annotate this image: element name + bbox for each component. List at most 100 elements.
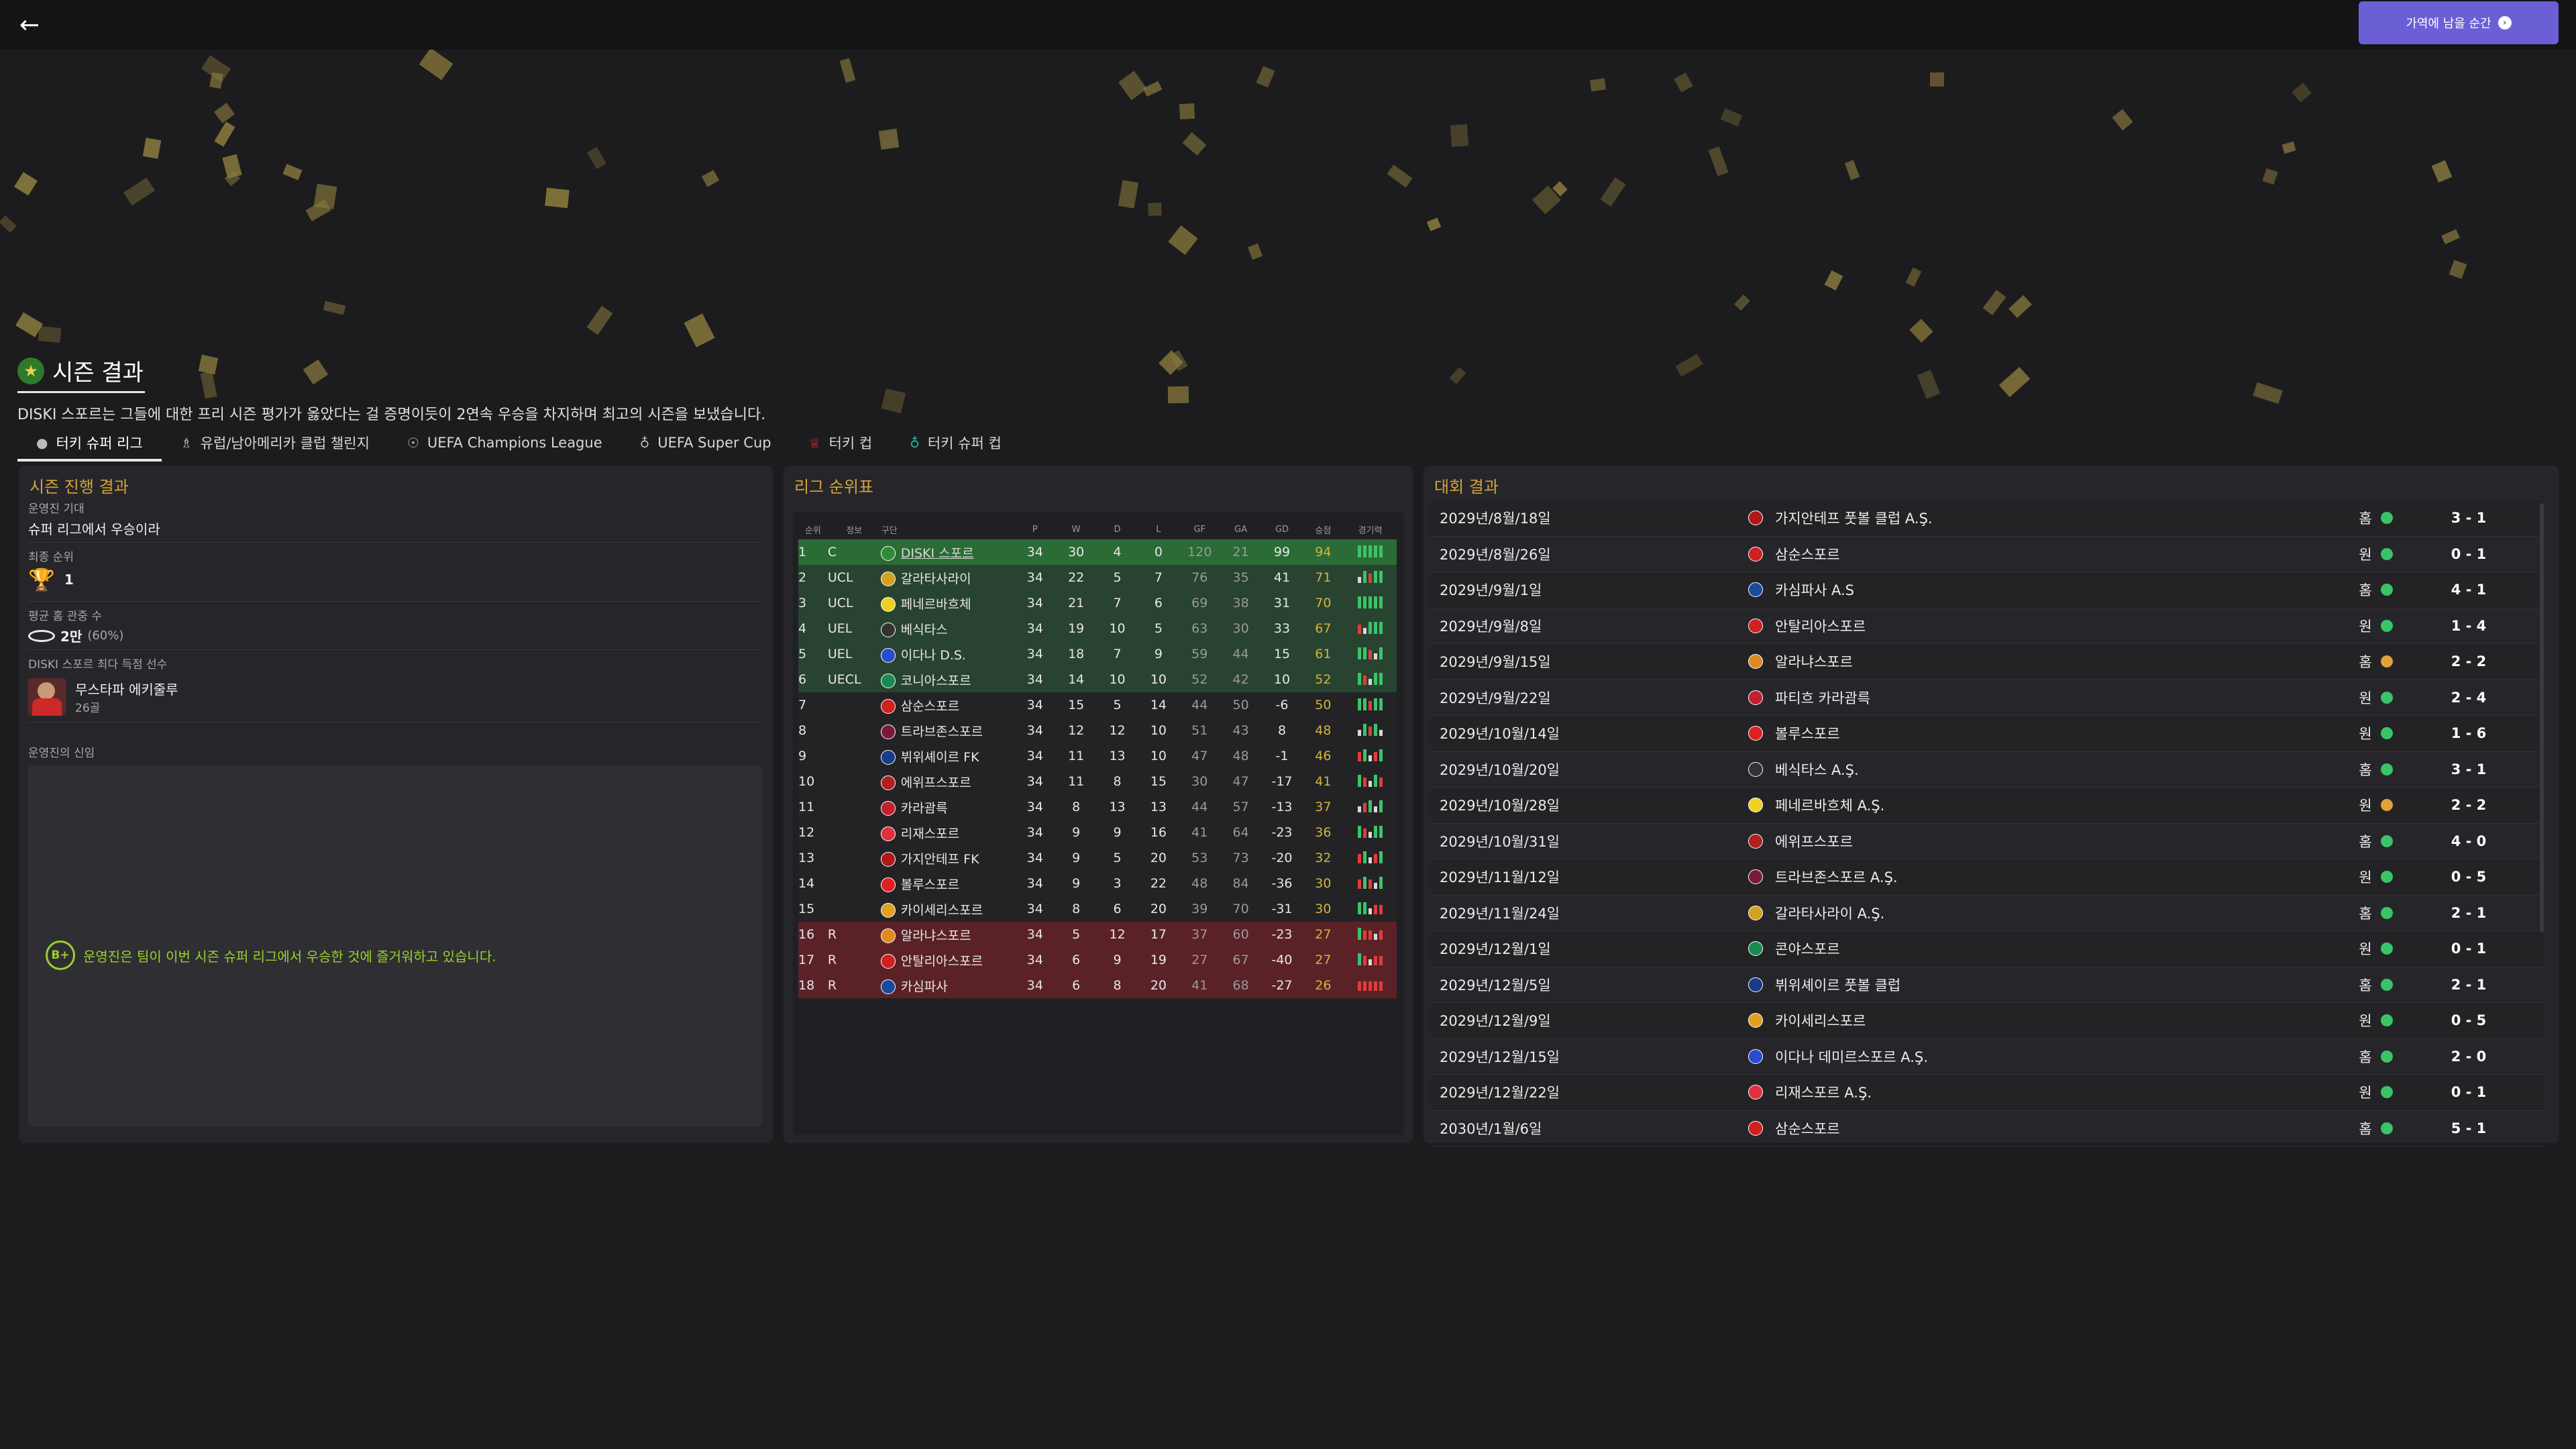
result-row[interactable]: 2029년/10월/28일 페네르바흐체 A.Ş. 원 2 - 2 xyxy=(1430,788,2544,824)
opponent[interactable]: 안탈리아스포르 xyxy=(1748,616,2352,636)
team-name[interactable]: 카이세리스포르 xyxy=(901,903,983,918)
table-row[interactable]: 3 UCL 페네르바흐체 34 21 7 6 69 38 31 70 xyxy=(798,590,1397,616)
match-score[interactable]: 2 - 2 xyxy=(2428,653,2509,669)
team-name[interactable]: 이다나 D.S. xyxy=(901,648,966,663)
opponent-name[interactable]: 삼순스포르 xyxy=(1775,1118,1840,1138)
team-name[interactable]: 삼순스포르 xyxy=(901,699,959,714)
team-name[interactable]: 뷔위셰이르 FK xyxy=(901,750,979,765)
table-row[interactable]: 14 볼루스포르 34 9 3 22 48 84 -36 30 xyxy=(798,871,1397,896)
opponent[interactable]: 뷔위셰이르 풋볼 클럽 xyxy=(1748,975,2352,995)
result-row[interactable]: 2029년/12월/22일 리재스포르 A.Ş. 원 0 - 1 xyxy=(1430,1075,2544,1111)
table-row[interactable]: 5 UEL 이다나 D.S. 34 18 7 9 59 44 15 61 xyxy=(798,641,1397,667)
table-row[interactable]: 13 가지안테프 FK 34 9 5 20 53 73 -20 32 xyxy=(798,845,1397,871)
opponent[interactable]: 카심파사 A.S xyxy=(1748,580,2352,600)
opponent[interactable]: 파티흐 카라괌륵 xyxy=(1748,688,2352,708)
match-score[interactable]: 4 - 1 xyxy=(2428,582,2509,598)
match-score[interactable]: 2 - 4 xyxy=(2428,690,2509,706)
result-row[interactable]: 2029년/12월/9일 카이세리스포르 원 0 - 5 xyxy=(1430,1003,2544,1039)
match-score[interactable]: 3 - 1 xyxy=(2428,761,2509,777)
result-row[interactable]: 2029년/10월/20일 베식타스 A.Ş. 홈 3 - 1 xyxy=(1430,752,2544,788)
team-name[interactable]: 카라괌륵 xyxy=(901,801,948,816)
team-cell[interactable]: 갈라타사라이 xyxy=(880,565,1014,590)
back-arrow-icon[interactable]: ← xyxy=(15,11,44,40)
tab-competition[interactable]: ☉ UEFA Champions League xyxy=(388,427,621,459)
opponent-name[interactable]: 볼루스포르 xyxy=(1775,723,1840,743)
team-cell[interactable]: 리재스포르 xyxy=(880,820,1014,845)
result-row[interactable]: 2029년/8월/26일 삼순스포르 원 0 - 1 xyxy=(1430,537,2544,572)
opponent-name[interactable]: 베식타스 A.Ş. xyxy=(1775,759,1859,780)
opponent[interactable]: 삼순스포르 xyxy=(1748,544,2352,564)
match-score[interactable]: 2 - 2 xyxy=(2428,797,2509,813)
opponent[interactable]: 트라브존스포르 A.Ş. xyxy=(1748,867,2352,887)
table-row[interactable]: 9 뷔위셰이르 FK 34 11 13 10 47 48 -1 46 xyxy=(798,743,1397,769)
team-cell[interactable]: 알라냐스포르 xyxy=(880,922,1014,947)
match-score[interactable]: 4 - 0 xyxy=(2428,833,2509,849)
opponent-name[interactable]: 알라냐스포르 xyxy=(1775,651,1853,672)
result-row[interactable]: 2029년/10월/14일 볼루스포르 원 1 - 6 xyxy=(1430,716,2544,752)
result-row[interactable]: 2029년/9월/15일 알라냐스포르 홈 2 - 2 xyxy=(1430,644,2544,680)
team-cell[interactable]: 에위프스포르 xyxy=(880,769,1014,794)
opponent[interactable]: 볼루스포르 xyxy=(1748,723,2352,743)
opponent-name[interactable]: 리재스포르 A.Ş. xyxy=(1775,1082,1872,1102)
opponent-name[interactable]: 뷔위셰이르 풋볼 클럽 xyxy=(1775,975,1900,995)
result-row[interactable]: 2029년/11월/24일 갈라타사라이 A.Ş. 홈 2 - 1 xyxy=(1430,896,2544,931)
match-score[interactable]: 0 - 1 xyxy=(2428,1084,2509,1100)
team-cell[interactable]: 카라괌륵 xyxy=(880,794,1014,820)
team-name[interactable]: 에위프스포르 xyxy=(901,775,971,790)
table-row[interactable]: 7 삼순스포르 34 15 5 14 44 50 -6 50 xyxy=(798,692,1397,718)
opponent[interactable]: 리재스포르 A.Ş. xyxy=(1748,1082,2352,1102)
table-row[interactable]: 15 카이세리스포르 34 8 6 20 39 70 -31 30 xyxy=(798,896,1397,922)
table-row[interactable]: 18 R 카심파사 34 6 8 20 41 68 -27 26 xyxy=(798,973,1397,998)
team-name[interactable]: 베식타스 xyxy=(901,623,948,637)
opponent[interactable]: 페네르바흐체 A.Ş. xyxy=(1748,795,2352,815)
opponent[interactable]: 베식타스 A.Ş. xyxy=(1748,759,2352,780)
table-row[interactable]: 16 R 알라냐스포르 34 5 12 17 37 60 -23 27 xyxy=(798,922,1397,947)
team-name[interactable]: 리재스포르 xyxy=(901,826,959,841)
opponent-name[interactable]: 페네르바흐체 A.Ş. xyxy=(1775,795,1884,815)
team-name[interactable]: 안탈리아스포르 xyxy=(901,954,983,969)
opponent[interactable]: 알라냐스포르 xyxy=(1748,651,2352,672)
table-row[interactable]: 1 C DISKI 스포르 34 30 4 0 120 21 99 94 xyxy=(798,539,1397,565)
opponent[interactable]: 이다나 데미르스포르 A.Ş. xyxy=(1748,1046,2352,1067)
team-name[interactable]: 알라냐스포르 xyxy=(901,928,971,943)
result-row[interactable]: 2029년/8월/18일 가지안테프 풋볼 클럽 A.Ş. 홈 3 - 1 xyxy=(1430,500,2544,537)
result-row[interactable]: 2029년/9월/22일 파티흐 카라괌륵 원 2 - 4 xyxy=(1430,680,2544,716)
match-score[interactable]: 0 - 1 xyxy=(2428,546,2509,562)
opponent-name[interactable]: 이다나 데미르스포르 A.Ş. xyxy=(1775,1046,1928,1067)
team-name[interactable]: 카심파사 xyxy=(901,979,948,994)
match-score[interactable]: 0 - 5 xyxy=(2428,1012,2509,1028)
match-score[interactable]: 0 - 5 xyxy=(2428,869,2509,885)
player-avatar[interactable] xyxy=(28,678,66,716)
team-cell[interactable]: 카심파사 xyxy=(880,973,1014,998)
tab-competition[interactable]: ♁ UEFA Super Cup xyxy=(621,427,790,459)
team-cell[interactable]: 트라브존스포르 xyxy=(880,718,1014,743)
team-name[interactable]: DISKI 스포르 xyxy=(901,546,974,561)
scrollbar[interactable] xyxy=(2540,503,2544,932)
opponent[interactable]: 삼순스포르 xyxy=(1748,1118,2352,1138)
opponent-name[interactable]: 삼순스포르 xyxy=(1775,544,1840,564)
opponent-name[interactable]: 카이세리스포르 xyxy=(1775,1010,1866,1030)
result-row[interactable]: 2029년/12월/1일 콘야스포르 원 0 - 1 xyxy=(1430,931,2544,967)
team-name[interactable]: 트라브존스포르 xyxy=(901,724,983,739)
opponent-name[interactable]: 안탈리아스포르 xyxy=(1775,616,1866,636)
match-score[interactable]: 3 - 1 xyxy=(2428,510,2509,526)
opponent[interactable]: 갈라타사라이 A.Ş. xyxy=(1748,903,2352,923)
result-row[interactable]: 2030년/1월/6일 삼순스포르 홈 5 - 1 xyxy=(1430,1111,2544,1146)
table-row[interactable]: 2 UCL 갈라타사라이 34 22 5 7 76 35 41 71 xyxy=(798,565,1397,590)
team-cell[interactable]: 이다나 D.S. xyxy=(880,641,1014,667)
tab-competition[interactable]: ♗ 유럽/남아메리카 클럽 챌린지 xyxy=(162,427,388,459)
table-row[interactable]: 17 R 안탈리아스포르 34 6 9 19 27 67 -40 27 xyxy=(798,947,1397,973)
opponent-name[interactable]: 갈라타사라이 A.Ş. xyxy=(1775,903,1884,923)
tab-competition[interactable]: ♕ 터키 컵 xyxy=(790,427,892,459)
result-row[interactable]: 2029년/12월/15일 이다나 데미르스포르 A.Ş. 홈 2 - 0 xyxy=(1430,1039,2544,1075)
top-scorer-name[interactable]: 무스타파 에키줄루 xyxy=(75,679,178,698)
match-score[interactable]: 2 - 1 xyxy=(2428,977,2509,993)
match-score[interactable]: 5 - 1 xyxy=(2428,1120,2509,1136)
team-cell[interactable]: 안탈리아스포르 xyxy=(880,947,1014,973)
opponent-name[interactable]: 에위프스포르 xyxy=(1775,831,1853,851)
result-row[interactable]: 2029년/12월/5일 뷔위셰이르 풋볼 클럽 홈 2 - 1 xyxy=(1430,967,2544,1003)
team-cell[interactable]: 뷔위셰이르 FK xyxy=(880,743,1014,769)
opponent-name[interactable]: 가지안테프 풋볼 클럽 A.Ş. xyxy=(1775,508,1933,528)
team-cell[interactable]: 삼순스포르 xyxy=(880,692,1014,718)
match-score[interactable]: 1 - 6 xyxy=(2428,725,2509,741)
